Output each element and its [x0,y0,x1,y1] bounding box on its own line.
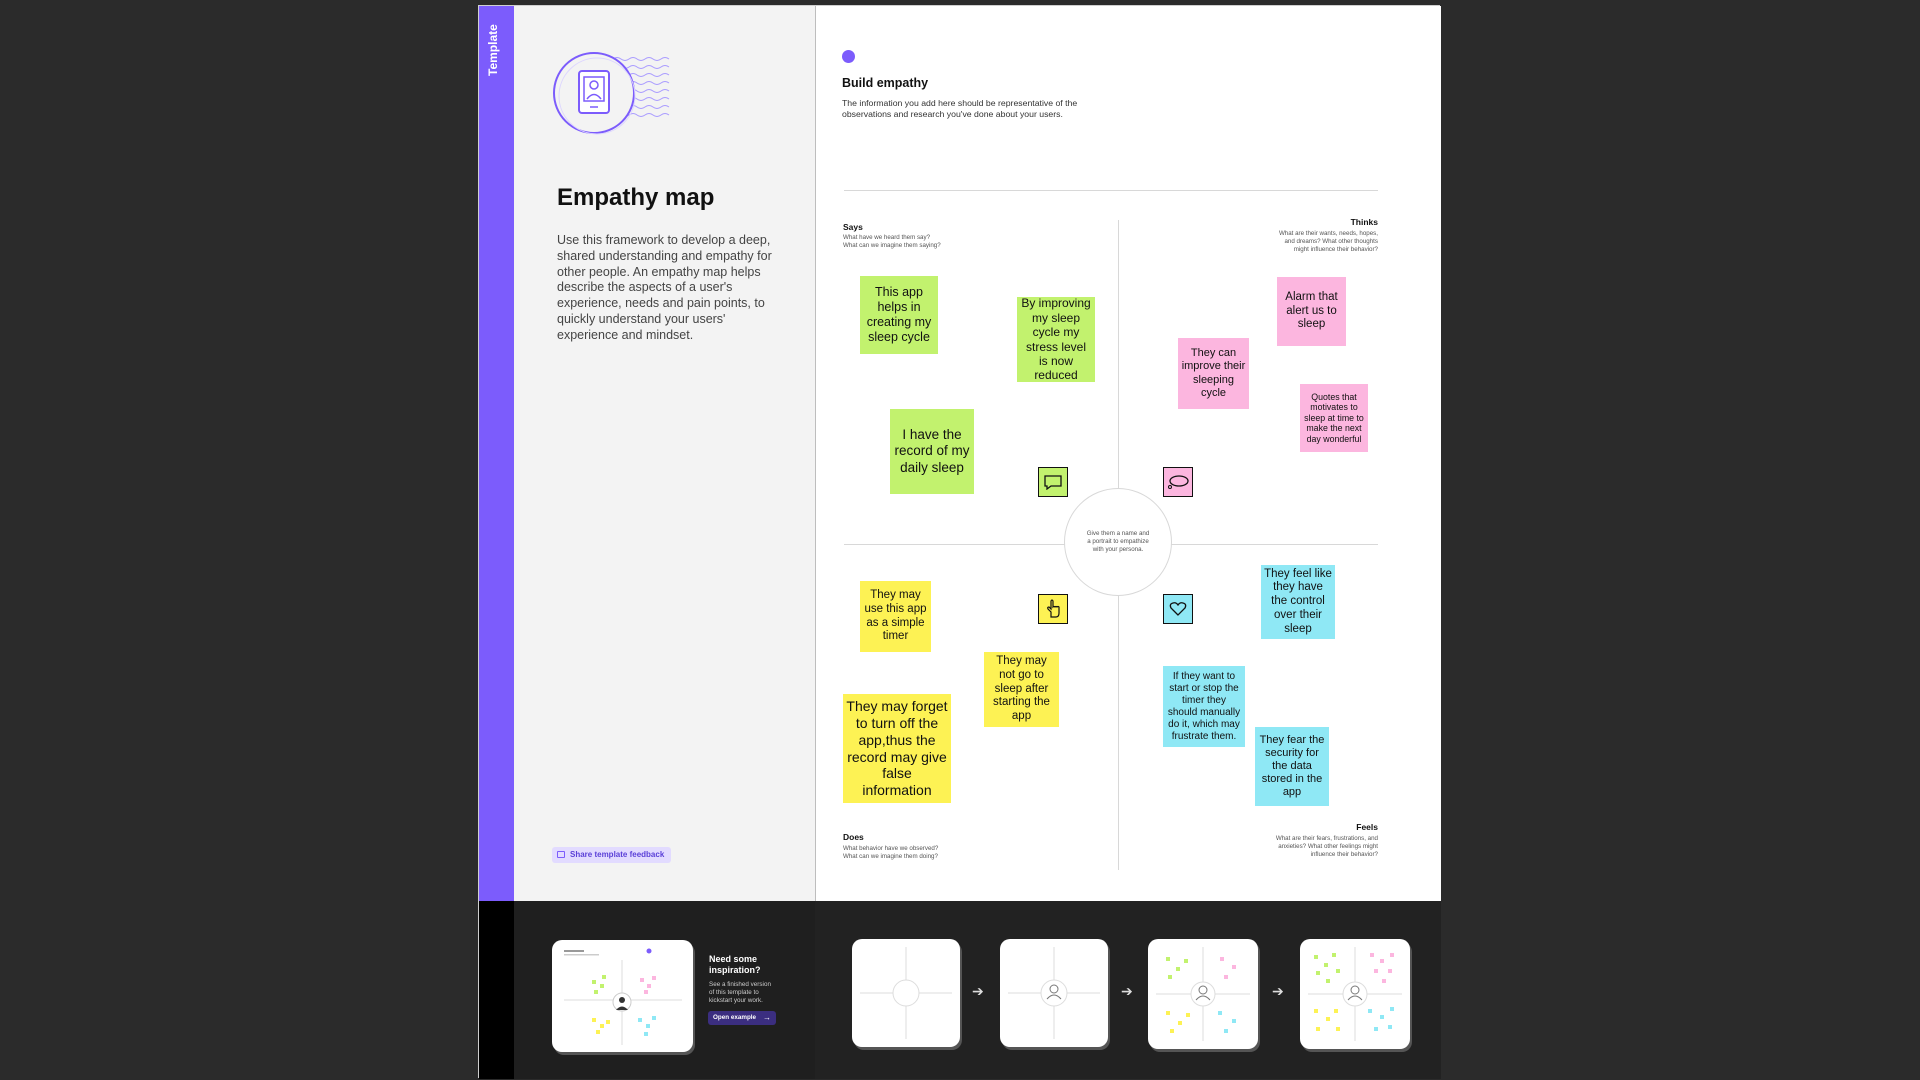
step-thumbnail-partial[interactable] [1148,939,1258,1049]
sticky-note[interactable]: They fear the security for the data stor… [1255,727,1329,806]
open-example-button[interactable]: Open example → [708,1011,777,1025]
sticky-note[interactable]: Quotes that motivates to sleep at time t… [1300,384,1368,452]
inspiration-title: Need some inspiration? [709,954,761,976]
persona-hint-line: a portrait to empathize [1087,538,1149,546]
share-feedback-button[interactable]: Share template feedback [552,847,672,863]
subtitle-line: The information you add here should be r… [842,98,1078,108]
sticky-note[interactable]: They may use this app as a simple timer [860,581,931,652]
inspiration-body-line: See a finished version [709,981,771,988]
step-dot-icon [842,50,855,63]
persona-hint-line: Give them a name and [1086,530,1150,538]
thinks-label: Thinks [1350,217,1378,227]
arrow-right-icon: ➔ [1121,983,1133,999]
sticky-note[interactable]: They may not go to sleep after starting … [984,652,1059,727]
says-prompt: What can we imagine them saying? [843,241,941,249]
thinks-prompts: What are their wants, needs, hopes, and … [1279,230,1378,253]
sticky-note[interactable]: They feel like they have the control ove… [1261,565,1335,639]
bottom-strip-edge [479,901,514,1079]
sticky-note[interactable]: They can improve their sleeping cycle [1178,338,1249,409]
step-thumbnail-persona[interactable] [1000,939,1108,1047]
says-prompts: What have we heard them say? What can we… [843,234,941,250]
sticky-note[interactable]: This app helps in creating my sleep cycl… [860,276,938,354]
says-label: Says [843,222,863,232]
template-strip: Template [479,6,514,901]
feels-prompt: anxieties? What other feelings might [1278,842,1378,850]
persona-circle[interactable]: Give them a name and a portrait to empat… [1064,488,1172,596]
does-prompt: What behavior have we observed? [843,845,939,852]
feels-prompt: What are their fears, frustrations, and [1275,835,1378,842]
arrow-right-icon: ➔ [1272,983,1284,999]
arrow-right-icon: → [763,1013,772,1022]
sticky-note[interactable]: By improving my sleep cycle my stress le… [1017,296,1095,382]
feels-prompts: What are their fears, frustrations, and … [1276,835,1378,858]
section-title: Build empathy [842,76,929,90]
empty-map-icon [860,947,952,1039]
step-thumbnail-complete[interactable] [1300,939,1410,1049]
example-map-preview-icon [564,948,682,1045]
inspiration-panel: Need some inspiration? See a finished ve… [514,901,815,1079]
share-feedback-label: Share template feedback [570,850,665,859]
example-thumbnail[interactable] [552,940,693,1052]
does-prompt: What can we imagine them doing? [843,852,938,860]
does-prompts: What behavior have we observed? What can… [843,845,938,861]
inspiration-body-line: kickstart your work. [709,997,763,1004]
complete-map-icon [1308,947,1402,1041]
sticky-note[interactable]: I have the record of my daily sleep [890,409,974,494]
inspiration-body-line: of this template to [709,989,759,996]
does-label: Does [843,832,864,842]
partial-map-icon [1156,947,1250,1041]
does-hand-icon [1038,594,1068,624]
section-subtitle: The information you add here should be r… [842,98,1077,120]
sticky-note[interactable]: If they want to start or stop the timer … [1163,666,1245,747]
open-example-label: Open example [713,1014,757,1021]
page-title: Empathy map [557,184,715,211]
template-tag: Template [486,24,500,76]
template-description: Use this framework to develop a deep, sh… [557,233,772,342]
thinks-prompt: What are their wants, needs, hopes, [1278,230,1378,237]
feels-label: Feels [1356,822,1378,832]
sticky-note[interactable]: Alarm that alert us to sleep [1277,277,1346,346]
sticky-note[interactable]: They may forget to turn off the app,thus… [843,694,951,803]
template-frame: Template Empathy map Use this framework [478,5,1441,1079]
feels-heart-icon [1163,594,1193,624]
inspiration-title-line: Need some [709,954,758,964]
feedback-icon [557,851,565,858]
template-sidebar: Template Empathy map Use this framework [479,6,816,901]
top-rule [844,190,1378,191]
empathy-canvas: Build empathy The information you add he… [816,6,1441,901]
inspiration-title-line: inspiration? [709,965,761,975]
persona-hint-line: with your persona. [1092,545,1144,553]
inspiration-body: See a finished version of this template … [709,981,771,1005]
thinks-prompt: and dreams? What other thoughts [1284,237,1378,245]
bottom-strip: Need some inspiration? See a finished ve… [479,901,1441,1079]
persona-illustration-icon [553,52,670,135]
arrow-right-icon: ➔ [972,983,984,999]
says-speech-icon [1038,467,1068,497]
persona-map-icon [1008,947,1100,1039]
thinks-bubble-icon [1163,467,1193,497]
step-thumbnail-empty[interactable] [852,939,960,1047]
feels-prompt: influence their behavior? [1310,850,1378,858]
subtitle-line: observations and research you've done ab… [842,109,1063,119]
says-prompt: What have we heard them say? [843,234,931,241]
thinks-prompt: might influence their behavior? [1293,245,1378,253]
